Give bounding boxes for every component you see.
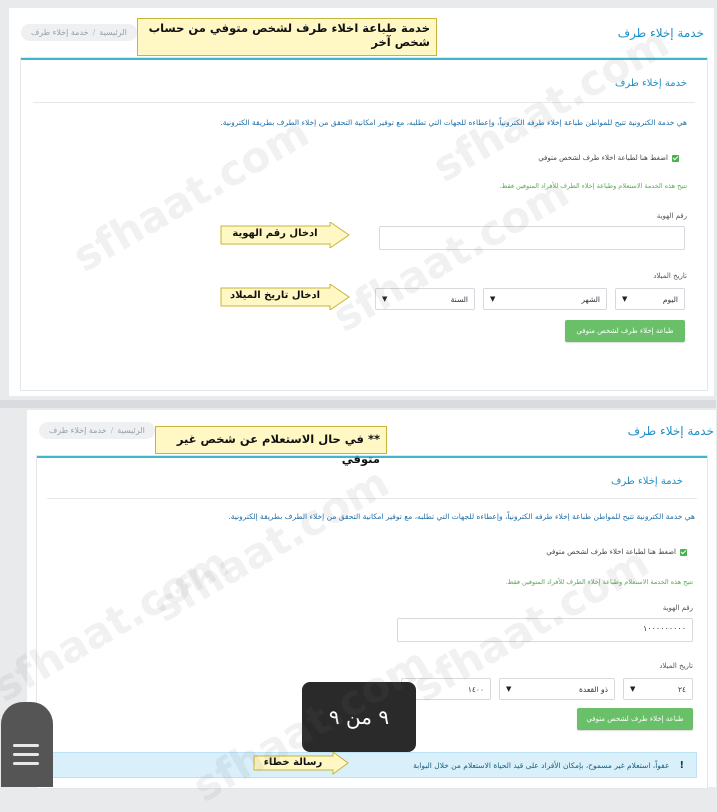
exclamation-icon: !	[680, 759, 685, 771]
card-title: خدمة إخلاء طرف	[616, 78, 688, 89]
dob-month-select[interactable]: الشهر ▼	[484, 288, 608, 310]
service-description: هي خدمة الكترونية تتيح للمواطن طباعة إخل…	[229, 512, 696, 521]
card-title: خدمة إخلاء طرف	[612, 476, 684, 487]
id-input[interactable]	[380, 226, 686, 250]
dob-year-select[interactable]: السنة ▼	[376, 288, 476, 310]
deceased-checkbox-row[interactable]: اضغط هنا لطباعة اخلاء طرف لشخص متوفي	[539, 154, 680, 162]
hamburger-icon	[14, 762, 40, 765]
print-clearance-button[interactable]: طباعة إخلاء طرف لشخص متوفي	[566, 320, 686, 342]
id-arrow-label: ادخال رقم الهوية	[233, 228, 319, 239]
menu-button[interactable]	[2, 702, 54, 787]
dob-label: تاريخ الميلاد	[660, 662, 694, 670]
id-label: رقم الهوية	[657, 212, 688, 220]
error-arrow-tag: رسالة خطاء	[254, 750, 350, 776]
card-divider	[48, 498, 698, 499]
breadcrumb: الرئيسية/خدمة إخلاء طرف	[40, 422, 156, 439]
deceased-note: تتيح هذه الخدمة الاستعلام وطباعة إخلاء ا…	[506, 578, 694, 586]
dob-day-value: اليوم	[663, 294, 679, 304]
hamburger-icon	[14, 753, 40, 756]
breadcrumb-separator: /	[93, 28, 97, 37]
chevron-down-icon: ▼	[623, 295, 629, 303]
deceased-checkbox-label: اضغط هنا لطباعة اخلاء طرف لشخص متوفي	[539, 154, 669, 162]
page-title: خدمة إخلاء طرف	[628, 424, 715, 438]
deceased-checkbox[interactable]	[673, 154, 680, 162]
deceased-checkbox-row[interactable]: اضغط هنا لطباعة اخلاء طرف لشخص متوفي	[547, 548, 688, 556]
deceased-checkbox[interactable]	[681, 548, 688, 556]
error-message: عفواً، استعلام غير مسموح، بإمكان الأفراد…	[414, 760, 671, 770]
screenshot-divider	[0, 400, 717, 408]
dob-arrow-label: ادخال تاريخ الميلاد	[230, 290, 322, 301]
service-description: هي خدمة الكترونية تتيح للمواطن طباعة إخل…	[221, 118, 688, 127]
card-divider	[34, 102, 696, 103]
dob-month-value: ذو القعدة	[580, 684, 609, 694]
dob-month-select[interactable]: ذو القعدة ▼	[500, 678, 616, 700]
dob-year-value: السنة	[451, 294, 469, 304]
chevron-down-icon: ▼	[631, 685, 637, 693]
error-alert: ! عفواً، استعلام غير مسموح، بإمكان الأفر…	[50, 752, 698, 778]
deceased-note: تتيح هذه الخدمة الاستعلام وطباعة إخلاء ا…	[500, 182, 688, 190]
dob-month-value: الشهر	[582, 294, 601, 304]
top-panel: خدمة إخلاء طرف الرئيسية/خدمة إخلاء طرف خ…	[10, 8, 715, 396]
print-clearance-button[interactable]: طباعة إخلاء طرف لشخص متوفي	[578, 708, 694, 730]
dob-day-select[interactable]: ٢٤ ▼	[624, 678, 694, 700]
breadcrumb-current: خدمة إخلاء طرف	[32, 28, 90, 37]
top-callout: خدمة طباعة اخلاء طرف لشخص متوفي من حساب …	[138, 18, 438, 56]
dob-day-select[interactable]: اليوم ▼	[616, 288, 686, 310]
id-label: رقم الهوية	[663, 604, 694, 612]
chevron-down-icon: ▼	[491, 295, 497, 303]
breadcrumb-home[interactable]: الرئيسية	[118, 426, 146, 435]
page-title: خدمة إخلاء طرف	[618, 26, 705, 40]
dob-year-value: ١٤٠٠	[468, 684, 485, 694]
deceased-checkbox-label: اضغط هنا لطباعة اخلاء طرف لشخص متوفي	[547, 548, 677, 556]
bottom-callout: ** في حال الاستعلام عن شخص غير متوفي	[156, 426, 388, 466]
id-input[interactable]: ١٠٠٠٠٠٠٠٠٠	[398, 618, 694, 642]
dob-day-value: ٢٤	[678, 684, 687, 694]
chevron-down-icon: ▼	[507, 685, 513, 693]
id-arrow-tag: ادخال رقم الهوية	[221, 222, 351, 248]
breadcrumb-home[interactable]: الرئيسية	[100, 28, 128, 37]
dob-arrow-tag: ادخال تاريخ الميلاد	[221, 284, 351, 310]
page-counter: ٩ من ٩	[303, 682, 417, 752]
error-arrow-label: رسالة خطاء	[264, 757, 324, 768]
service-card: خدمة إخلاء طرف هي خدمة الكترونية تتيح لل…	[22, 58, 708, 390]
breadcrumb-current: خدمة إخلاء طرف	[50, 426, 108, 435]
breadcrumb-separator: /	[111, 426, 115, 435]
hamburger-icon	[14, 744, 40, 747]
breadcrumb: الرئيسية/خدمة إخلاء طرف	[22, 24, 138, 41]
chevron-down-icon: ▼	[383, 295, 389, 303]
dob-label: تاريخ الميلاد	[654, 272, 688, 280]
